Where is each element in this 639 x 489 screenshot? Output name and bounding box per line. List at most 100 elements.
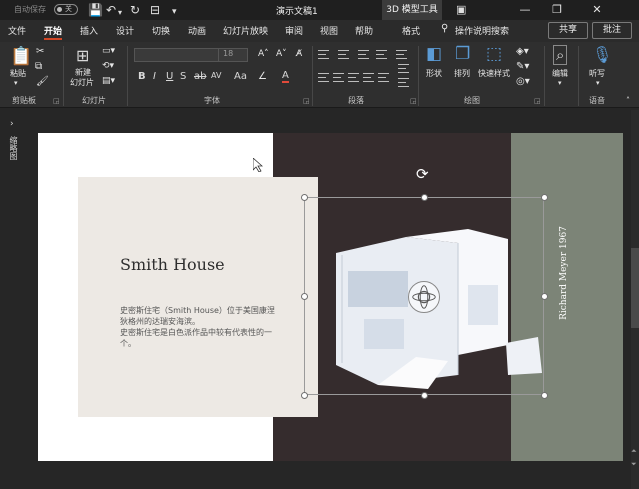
resize-handle-l[interactable] xyxy=(301,293,308,300)
3d-model-tools-tab[interactable]: 3D 模型工具 xyxy=(382,0,442,20)
present-icon[interactable]: ⊟ xyxy=(150,3,160,17)
cut-icon[interactable]: ✂ xyxy=(36,46,44,57)
arrange-label[interactable]: 排列 xyxy=(454,68,470,79)
share-button[interactable]: 共享 xyxy=(548,22,588,39)
highlight-icon[interactable]: ∠ xyxy=(258,71,267,82)
restore-button[interactable]: ❐ xyxy=(544,1,570,19)
resize-handle-t[interactable] xyxy=(421,194,428,201)
font-color-icon[interactable]: A xyxy=(282,71,289,83)
tab-review[interactable]: 审阅 xyxy=(285,24,303,37)
change-case-icon[interactable]: Aa xyxy=(234,71,247,82)
comments-button[interactable]: 批注 xyxy=(592,22,632,39)
increase-font-icon[interactable]: A˄ xyxy=(258,49,269,59)
font-size-combo[interactable]: 18 xyxy=(218,48,248,62)
columns-icon[interactable] xyxy=(378,73,389,82)
editing-dropdown-icon[interactable]: ▾ xyxy=(558,79,562,87)
new-slide-label-2[interactable]: 幻灯片 xyxy=(70,77,94,88)
text-card[interactable]: Smith House 史密斯住宅（Smith House）位于美国康涅狄格州的… xyxy=(78,177,318,417)
text-direction-icon[interactable] xyxy=(398,64,409,73)
ribbon-display-icon[interactable]: ▣ xyxy=(456,3,466,17)
tab-view[interactable]: 视图 xyxy=(320,24,338,37)
clipboard-launcher-icon[interactable]: ◲ xyxy=(53,97,60,105)
section-icon[interactable]: ▤▾ xyxy=(102,76,115,86)
editing-label[interactable]: 编辑 xyxy=(552,68,568,79)
layout-icon[interactable]: ▭▾ xyxy=(102,46,115,56)
reset-icon[interactable]: ⟲▾ xyxy=(102,61,114,71)
tab-design[interactable]: 设计 xyxy=(116,24,134,37)
undo-icon[interactable]: ↶ xyxy=(106,3,116,17)
increase-indent-icon[interactable] xyxy=(376,50,387,59)
slide-title[interactable]: Smith House xyxy=(120,255,225,274)
collapse-ribbon-icon[interactable]: ˄ xyxy=(626,96,630,105)
copy-icon[interactable]: ⧉ xyxy=(35,61,42,72)
vertical-scroll-thumb[interactable] xyxy=(631,248,639,328)
prev-slide-icon[interactable]: ⏶ xyxy=(631,447,637,456)
paste-dropdown-icon[interactable]: ▾ xyxy=(14,79,18,87)
new-slide-icon[interactable]: ⊞ xyxy=(76,46,89,65)
decrease-indent-icon[interactable] xyxy=(358,50,369,59)
shadow-icon[interactable]: S xyxy=(180,71,186,82)
paste-icon[interactable]: 📋 xyxy=(10,46,32,67)
quick-styles-icon[interactable]: ⬚ xyxy=(486,44,502,64)
resize-handle-br[interactable] xyxy=(541,392,548,399)
resize-handle-b[interactable] xyxy=(421,392,428,399)
tab-help[interactable]: 帮助 xyxy=(355,24,373,37)
customize-qat-icon[interactable]: ▾ xyxy=(172,5,177,19)
autosave-toggle[interactable]: 关 xyxy=(54,4,78,15)
drawing-launcher-icon[interactable]: ◲ xyxy=(534,97,541,105)
find-icon[interactable]: ⌕ xyxy=(553,45,568,65)
tab-insert[interactable]: 插入 xyxy=(80,24,98,37)
shape-effects-icon[interactable]: ◎▾ xyxy=(516,76,530,87)
clear-format-icon[interactable]: A̸ xyxy=(296,49,302,59)
close-button[interactable]: ✕ xyxy=(584,1,610,19)
format-painter-icon[interactable]: 🖌 xyxy=(36,76,49,87)
thumbnail-pane-label[interactable]: 缩略图 xyxy=(8,136,18,160)
tab-transitions[interactable]: 切换 xyxy=(152,24,170,37)
italic-icon[interactable]: I xyxy=(153,71,156,82)
tab-slideshow[interactable]: 幻灯片放映 xyxy=(223,24,268,37)
next-slide-icon[interactable]: ⏷ xyxy=(631,460,637,469)
underline-icon[interactable]: U xyxy=(166,71,173,82)
paragraph-launcher-icon[interactable]: ◲ xyxy=(410,97,417,105)
dictate-dropdown-icon[interactable]: ▾ xyxy=(596,79,600,87)
microphone-icon[interactable]: 🎙 xyxy=(592,45,612,64)
tab-file[interactable]: 文件 xyxy=(8,24,26,37)
bold-icon[interactable]: B xyxy=(138,71,146,82)
shapes-icon[interactable]: ◧ xyxy=(426,44,442,64)
paste-label[interactable]: 粘贴 xyxy=(10,68,26,79)
resize-handle-tr[interactable] xyxy=(541,194,548,201)
decrease-font-icon[interactable]: A˅ xyxy=(276,49,287,59)
resize-handle-tl[interactable] xyxy=(301,194,308,201)
justify-icon[interactable] xyxy=(363,73,374,82)
align-center-icon[interactable] xyxy=(333,73,344,82)
dictate-label[interactable]: 听写 xyxy=(589,68,605,79)
strikethrough-icon[interactable]: ab xyxy=(194,71,206,82)
redo-icon[interactable]: ↻ xyxy=(130,3,140,17)
shapes-label[interactable]: 形状 xyxy=(426,68,442,79)
expand-pane-icon[interactable]: › xyxy=(10,119,14,129)
undo-dropdown-icon[interactable]: ▾ xyxy=(118,6,122,20)
slide-body[interactable]: 史密斯住宅（Smith House）位于美国康涅狄格州的达瑞安海滨。 史密斯住宅… xyxy=(120,305,280,349)
numbering-icon[interactable] xyxy=(338,50,349,59)
bullets-icon[interactable] xyxy=(318,50,329,59)
resize-handle-r[interactable] xyxy=(541,293,548,300)
char-spacing-icon[interactable]: AV xyxy=(211,71,221,80)
align-right-icon[interactable] xyxy=(348,73,359,82)
minimize-button[interactable]: — xyxy=(512,1,538,19)
quick-styles-label[interactable]: 快速样式 xyxy=(478,68,510,79)
arrange-icon[interactable]: ❐ xyxy=(455,44,470,64)
tab-home[interactable]: 开始 xyxy=(44,24,62,37)
horizontal-scrollbar[interactable] xyxy=(26,479,631,489)
vertical-caption[interactable]: Richard Meyer 1967 xyxy=(559,226,569,320)
font-launcher-icon[interactable]: ◲ xyxy=(303,97,310,105)
save-icon[interactable]: 💾 xyxy=(88,3,103,17)
shape-fill-icon[interactable]: ◈▾ xyxy=(516,46,529,57)
tab-format[interactable]: 格式 xyxy=(402,24,420,37)
3d-rotate-control-icon[interactable] xyxy=(408,281,440,313)
align-left-icon[interactable] xyxy=(318,73,329,82)
smartart-icon[interactable] xyxy=(398,78,409,87)
tab-animations[interactable]: 动画 xyxy=(188,24,206,37)
rotate-handle-icon[interactable]: ⟳ xyxy=(416,166,429,182)
shape-outline-icon[interactable]: ✎▾ xyxy=(516,61,529,72)
line-spacing-icon[interactable] xyxy=(396,50,407,59)
